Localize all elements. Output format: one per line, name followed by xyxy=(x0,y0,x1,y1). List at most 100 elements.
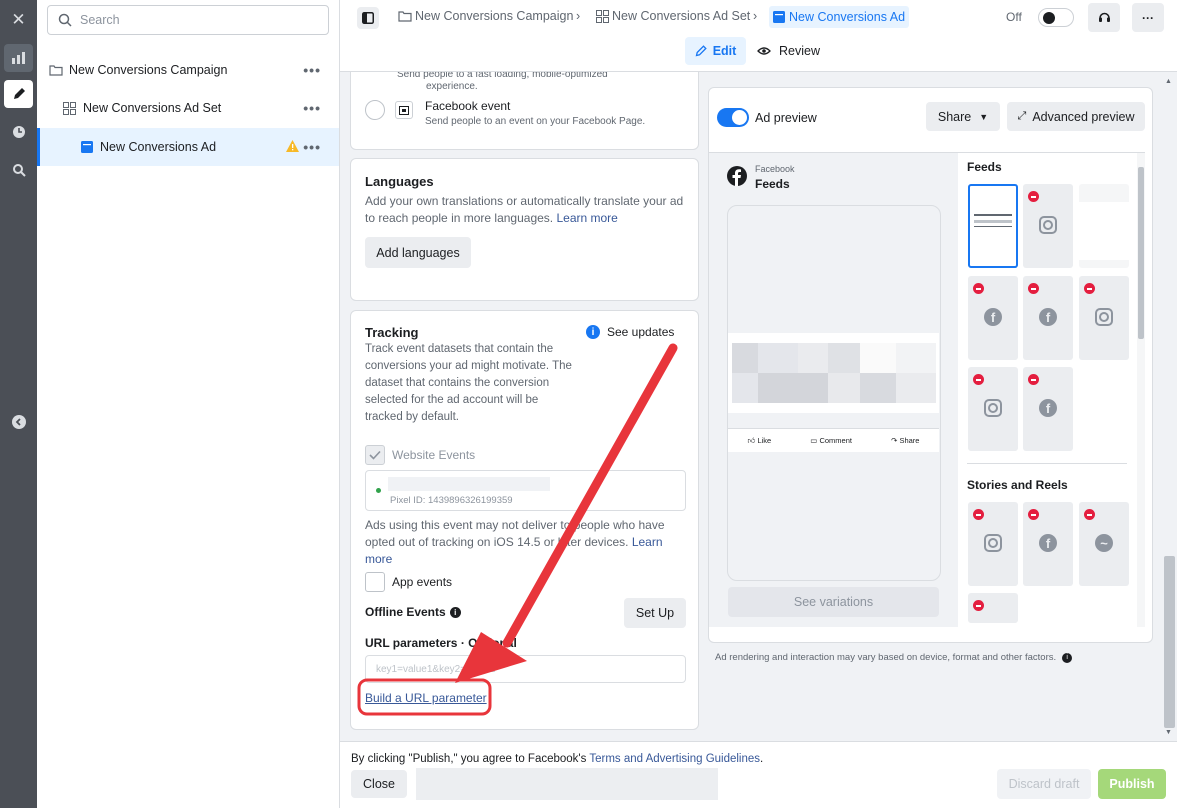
on-off-toggle[interactable] xyxy=(1038,8,1074,27)
breadcrumb-label: New Conversions Ad xyxy=(789,10,906,24)
scroll-up-icon[interactable]: ▲ xyxy=(1165,78,1172,85)
info-icon: i xyxy=(586,325,600,339)
breadcrumb-adset[interactable]: New Conversions Ad Set xyxy=(596,9,750,23)
share-button[interactable]: Share ▼ xyxy=(926,102,1000,131)
editor-column: Send people to a fast loading, mobile-op… xyxy=(340,72,708,741)
facebook-logo-icon xyxy=(727,166,747,186)
pencil-icon[interactable] xyxy=(4,80,33,108)
comment-label: Comment xyxy=(819,436,852,445)
learn-more-link[interactable]: Learn xyxy=(632,535,663,549)
ad-icon xyxy=(773,11,785,23)
disabled-icon xyxy=(1028,191,1039,202)
scroll-down-icon[interactable]: ▼ xyxy=(1165,729,1172,736)
build-url-parameter-link[interactable]: Build a URL parameter xyxy=(365,691,487,705)
grid-icon xyxy=(63,101,76,115)
eye-icon xyxy=(757,47,771,55)
redacted-dataset-name xyxy=(388,477,550,491)
disabled-icon xyxy=(1028,374,1039,385)
languages-desc: Add your own translations or automatical… xyxy=(365,193,690,227)
placement-label: Feeds xyxy=(755,177,790,191)
advanced-preview-button[interactable]: ⤢ Advanced preview xyxy=(1007,102,1145,131)
dataset-selector[interactable]: Pixel ID: 1439896326199359 xyxy=(365,470,686,511)
ios-warning: Ads using this event may not deliver to … xyxy=(365,517,670,568)
tab-label: Edit xyxy=(712,44,737,58)
placements-panel: Feeds f f f Stories and Reels f ~ xyxy=(958,153,1145,627)
preview-note: Ad rendering and interaction may vary ba… xyxy=(715,652,1145,663)
disabled-icon xyxy=(1028,283,1039,294)
placement-thumb[interactable]: ~ xyxy=(1079,502,1129,586)
tab-review[interactable]: Review xyxy=(757,37,820,65)
grid-icon xyxy=(596,9,609,23)
learn-more-link-2[interactable]: more xyxy=(365,552,392,566)
top-bar: New Conversions Campaign › New Conversio… xyxy=(340,0,1177,72)
panel-toggle-icon[interactable] xyxy=(357,7,379,29)
facebook-event-radio[interactable] xyxy=(365,100,385,120)
more-options-button[interactable]: ··· xyxy=(1132,3,1164,32)
ad-preview-toggle[interactable] xyxy=(717,108,749,127)
placement-thumb[interactable]: f xyxy=(1023,502,1073,586)
terms-suffix: . xyxy=(760,753,764,765)
tab-edit[interactable]: Edit xyxy=(685,37,746,65)
see-variations-button[interactable]: See variations xyxy=(728,587,939,617)
languages-title: Languages xyxy=(365,174,434,189)
disabled-icon xyxy=(1084,509,1095,520)
app-events-checkbox[interactable] xyxy=(365,572,385,592)
add-languages-button[interactable]: Add languages xyxy=(365,237,471,268)
see-updates-link[interactable]: i See updates xyxy=(586,325,674,339)
placement-thumb-selected[interactable] xyxy=(968,184,1018,268)
url-parameters-input[interactable]: key1=value1&key2=value2 xyxy=(365,655,686,683)
preview-note-text: Ad rendering and interaction may vary ba… xyxy=(715,652,1057,663)
chart-icon[interactable] xyxy=(4,44,33,72)
disabled-icon xyxy=(973,600,984,611)
tree-item-adset[interactable]: New Conversions Ad Set ••• xyxy=(37,89,339,127)
close-icon[interactable]: ✕ xyxy=(4,6,33,34)
placement-thumb[interactable] xyxy=(968,593,1018,623)
share-action[interactable]: ↷ Share xyxy=(891,436,919,445)
search-placeholder: Search xyxy=(80,13,120,27)
app-events-label: App events xyxy=(392,575,453,589)
breadcrumb-campaign[interactable]: New Conversions Campaign xyxy=(398,9,573,23)
close-button[interactable]: Close xyxy=(351,770,407,798)
url-parameters-label: URL parameters · Optional xyxy=(365,636,517,650)
more-icon[interactable]: ••• xyxy=(303,139,321,155)
clock-icon[interactable] xyxy=(4,118,33,146)
support-icon[interactable] xyxy=(1088,3,1120,32)
main-scrollbar[interactable]: ▲ ▼ xyxy=(1162,72,1177,741)
placement-thumb[interactable] xyxy=(968,502,1018,586)
ad-icon xyxy=(81,141,93,153)
placement-thumb[interactable]: f xyxy=(1023,276,1073,360)
placement-thumb[interactable] xyxy=(1079,276,1129,360)
tree-item-campaign[interactable]: New Conversions Campaign ••• xyxy=(37,51,339,89)
discard-draft-button[interactable]: Discard draft xyxy=(997,769,1091,799)
website-events-checkbox[interactable] xyxy=(365,445,385,465)
placement-thumb[interactable] xyxy=(968,367,1018,451)
placement-thumb[interactable] xyxy=(1023,184,1073,268)
warning-icon xyxy=(286,140,299,152)
placements-scrollbar[interactable] xyxy=(1137,153,1145,627)
tree-item-ad[interactable]: New Conversions Ad ••• xyxy=(37,128,339,166)
more-icon[interactable]: ••• xyxy=(303,100,321,116)
placement-thumb[interactable]: f xyxy=(1023,367,1073,451)
tree-item-label: New Conversions Campaign xyxy=(69,63,228,77)
tab-label: Review xyxy=(779,44,820,58)
placement-thumb[interactable] xyxy=(1079,184,1129,268)
search-input[interactable]: Search xyxy=(47,5,329,35)
breadcrumb-ad[interactable]: New Conversions Ad xyxy=(769,6,910,28)
more-icon[interactable]: ••• xyxy=(303,62,321,78)
publish-button[interactable]: Publish xyxy=(1098,769,1166,799)
terms-link[interactable]: Terms and Advertising Guidelines xyxy=(589,753,760,765)
placement-thumb[interactable]: f xyxy=(968,276,1018,360)
collapse-icon[interactable] xyxy=(4,408,33,436)
search-icon[interactable] xyxy=(4,156,33,184)
pencil-icon xyxy=(695,45,707,57)
post-actions: 👍︎ Like ▭ Comment ↷ Share xyxy=(728,428,939,452)
tree-item-label: New Conversions Ad xyxy=(100,140,217,154)
set-up-button[interactable]: Set Up xyxy=(624,598,686,628)
like-action[interactable]: 👍︎ Like xyxy=(748,436,772,446)
comment-action[interactable]: ▭ Comment xyxy=(810,436,852,445)
platform-label: Facebook xyxy=(755,164,795,174)
messenger-icon: ~ xyxy=(1095,534,1113,552)
learn-more-link[interactable]: Learn more xyxy=(556,211,617,225)
terms-prefix: By clicking "Publish," you agree to Face… xyxy=(351,753,590,765)
ios-warning-text: Ads using this event may not deliver to … xyxy=(365,518,665,549)
